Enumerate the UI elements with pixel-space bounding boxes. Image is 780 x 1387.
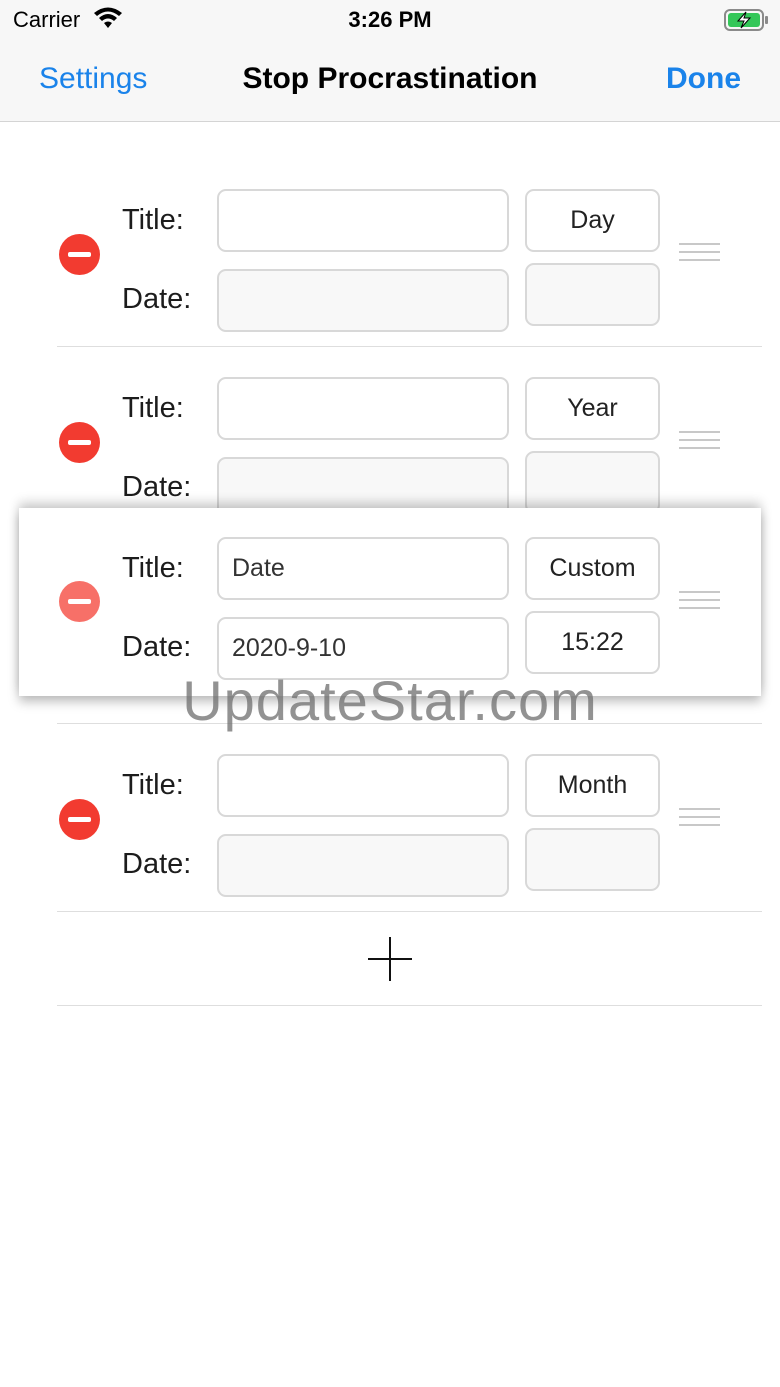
unit-button[interactable]: Month — [525, 754, 660, 817]
title-label: Title: — [122, 769, 184, 801]
title-label: Title: — [122, 392, 184, 424]
time-field[interactable] — [525, 451, 660, 514]
date-label: Date: — [122, 283, 192, 315]
title-label: Title: — [122, 552, 184, 584]
reorder-handle-icon[interactable] — [679, 808, 720, 830]
title-label: Title: — [122, 204, 184, 236]
time-field[interactable] — [525, 263, 660, 326]
reorder-handle-icon[interactable] — [679, 431, 720, 453]
battery-charging-icon — [724, 9, 768, 31]
date-label: Date: — [122, 471, 192, 503]
status-time: 3:26 PM — [348, 7, 432, 32]
time-field[interactable] — [525, 828, 660, 891]
unit-button[interactable]: Year — [525, 377, 660, 440]
delete-row-icon[interactable] — [59, 234, 100, 275]
date-label: Date: — [122, 848, 192, 880]
delete-row-icon[interactable] — [59, 422, 100, 463]
add-icon[interactable] — [368, 937, 412, 981]
date-label: Date: — [122, 631, 192, 663]
row-separator — [57, 1005, 762, 1006]
delete-row-icon[interactable] — [59, 799, 100, 840]
title-field[interactable] — [217, 189, 509, 252]
title-field[interactable]: Date — [217, 537, 509, 600]
title-field[interactable] — [217, 377, 509, 440]
row-separator — [57, 346, 762, 347]
done-button[interactable]: Done — [666, 62, 741, 96]
reorder-handle-icon[interactable] — [679, 591, 720, 613]
title-field[interactable] — [217, 754, 509, 817]
countdown-row: Title: Date: Month — [0, 754, 780, 942]
date-field[interactable] — [217, 269, 509, 332]
reorder-handle-icon[interactable] — [679, 243, 720, 265]
row-separator — [57, 911, 762, 912]
navigation-bar: Settings Stop Procrastination Done — [0, 40, 780, 122]
page-title: Stop Procrastination — [242, 62, 538, 95]
status-bar: Carrier 3:26 PM — [0, 0, 780, 40]
date-field[interactable] — [217, 834, 509, 897]
countdown-row: Title: Date: Day — [0, 189, 780, 377]
delete-row-icon[interactable] — [59, 581, 100, 622]
time-field[interactable]: 15:22 — [525, 611, 660, 674]
unit-button[interactable]: Custom — [525, 537, 660, 600]
watermark: UpdateStar.com — [182, 669, 598, 732]
unit-button[interactable]: Day — [525, 189, 660, 252]
